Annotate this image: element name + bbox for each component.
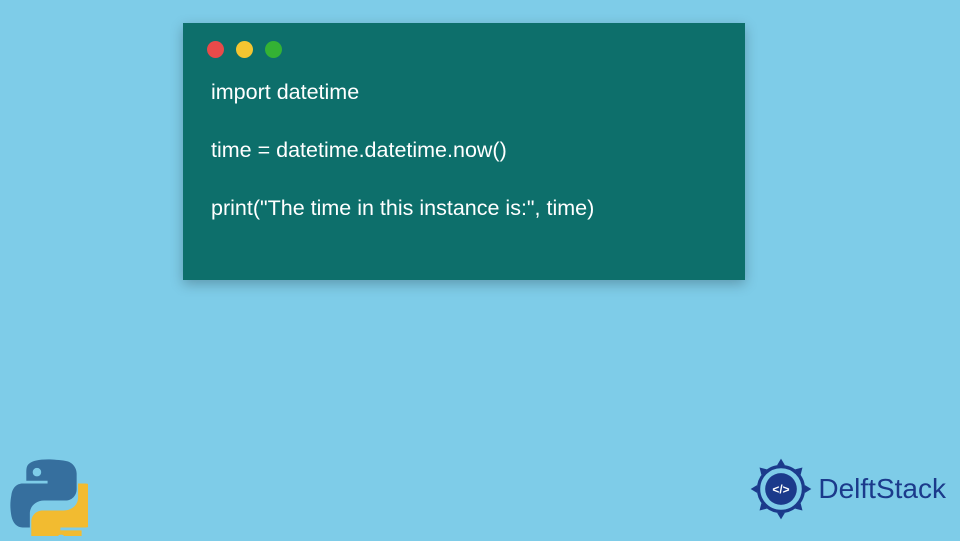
python-logo-icon bbox=[10, 458, 88, 536]
delftstack-brand: </> DelftStack bbox=[748, 456, 946, 522]
code-window: import datetime time = datetime.datetime… bbox=[183, 23, 745, 280]
delft-medallion-icon: </> bbox=[748, 456, 814, 522]
minimize-icon bbox=[236, 41, 253, 58]
code-block: import datetime time = datetime.datetime… bbox=[183, 58, 745, 223]
close-icon bbox=[207, 41, 224, 58]
code-line-3: time = datetime.datetime.now() bbox=[211, 138, 507, 162]
maximize-icon bbox=[265, 41, 282, 58]
window-controls bbox=[183, 23, 745, 58]
brand-name: DelftStack bbox=[818, 473, 946, 505]
code-line-1: import datetime bbox=[211, 80, 359, 104]
code-line-5: print("The time in this instance is:", t… bbox=[211, 196, 594, 220]
svg-text:</>: </> bbox=[773, 483, 790, 497]
